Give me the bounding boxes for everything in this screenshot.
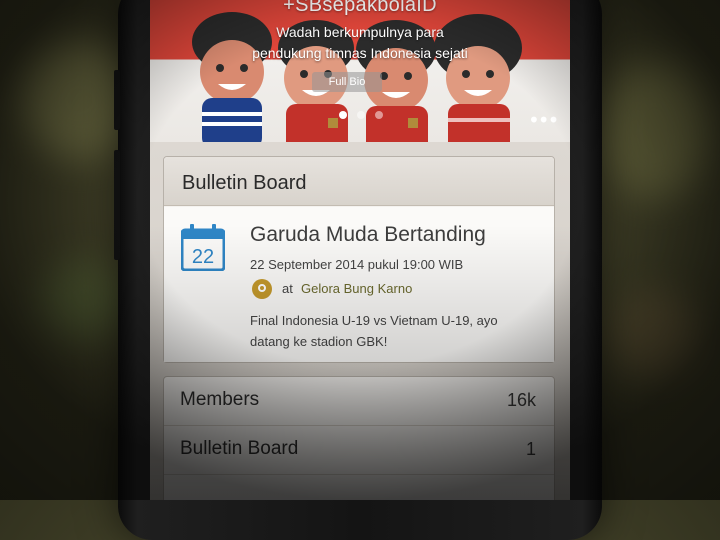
profile-header: +SBsepakbolaID Wadah berkumpulnya para p… — [150, 0, 570, 142]
calendar-icon: 22 — [181, 224, 225, 271]
event-venue[interactable]: Gelora Bung Karno — [301, 281, 412, 296]
stat-value: 1 — [525, 439, 536, 459]
background-bokeh — [40, 260, 130, 340]
app-screen: +SBsepakbolaID Wadah berkumpulnya para p… — [150, 0, 570, 500]
stat-row-members[interactable]: Members 16k — [164, 377, 554, 426]
carousel-dot[interactable] — [357, 111, 365, 119]
stat-value: 16k — [506, 390, 536, 410]
carousel-indicator[interactable] — [334, 104, 388, 123]
community-stats: Members 16k Bulletin Board 1 — [163, 376, 555, 500]
profile-tagline: Wadah berkumpulnya para pendukung timnas… — [220, 22, 500, 64]
background-bokeh — [600, 60, 710, 200]
calendar-day: 22 — [192, 246, 214, 268]
full-bio-button[interactable]: Full Bio — [312, 72, 382, 92]
phone-side-button — [114, 70, 120, 130]
profile-content: Bulletin Board 22 Garuda Muda Bertanding… — [150, 142, 570, 500]
tagline-line: pendukung timnas Indonesia sejati — [252, 45, 468, 61]
bulletin-board-title: Bulletin Board — [164, 157, 554, 206]
event-title[interactable]: Garuda Muda Bertanding — [250, 223, 486, 247]
stat-row-bulletin-board[interactable]: Bulletin Board 1 — [164, 426, 554, 475]
carousel-dot[interactable] — [339, 111, 347, 119]
event-description: Final Indonesia U-19 vs Vietnam U-19, ay… — [250, 313, 498, 349]
stat-label: Bulletin Board — [180, 438, 299, 459]
background-bokeh — [610, 290, 700, 380]
stat-row[interactable] — [164, 475, 554, 500]
tagline-line: Wadah berkumpulnya para — [276, 24, 444, 40]
phone-side-button — [114, 150, 120, 260]
event-datetime: 22 September 2014 pukul 19:00 WIB — [250, 257, 464, 272]
carousel-dot[interactable] — [375, 111, 383, 119]
bulletin-event[interactable]: 22 Garuda Muda Bertanding 22 September 2… — [164, 207, 554, 362]
bulletin-board-card: Bulletin Board 22 Garuda Muda Bertanding… — [163, 156, 555, 363]
event-at-label: at — [282, 281, 293, 296]
stat-label: Members — [180, 389, 260, 410]
more-dots-icon[interactable]: ••• — [528, 110, 559, 130]
profile-handle: +SBsepakbolaID — [283, 0, 437, 16]
map-pin-icon — [252, 279, 272, 299]
